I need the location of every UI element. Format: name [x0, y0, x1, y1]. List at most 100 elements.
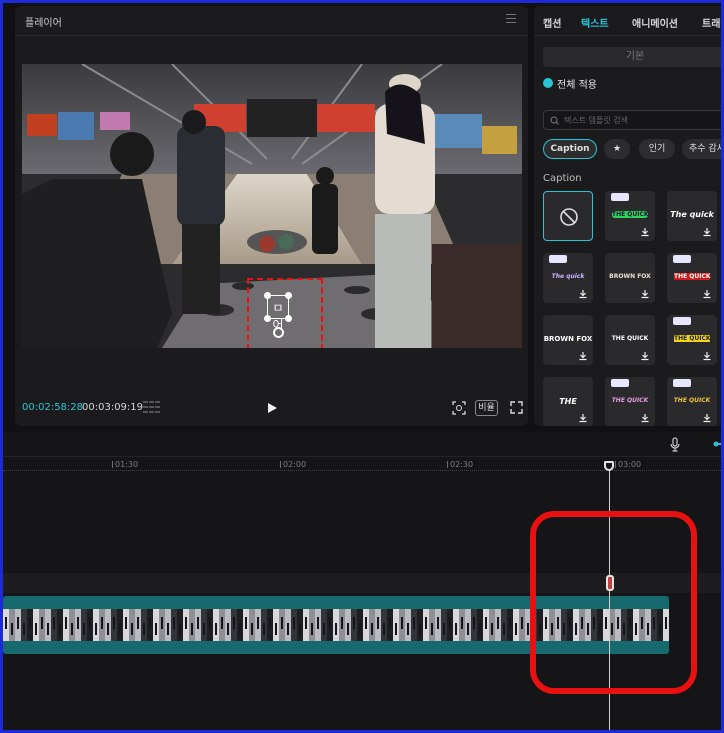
download-icon[interactable]: [702, 289, 712, 299]
resize-handle-icon[interactable]: [285, 292, 292, 299]
template-search-input[interactable]: 텍스트 템플릿 검색: [543, 110, 721, 130]
thumbnail-figure: [125, 617, 127, 629]
link-toggle-icon[interactable]: [713, 441, 724, 447]
thumbnail-figure: [377, 617, 379, 629]
template-tile[interactable]: BROWN FOX: [543, 315, 593, 365]
thumbnail-figure: [29, 617, 31, 629]
thumbnail-figure: [77, 617, 79, 629]
tab-text[interactable]: 텍스트: [581, 15, 609, 30]
download-icon[interactable]: [640, 227, 650, 237]
download-icon[interactable]: [640, 289, 650, 299]
thumbnail-figure: [17, 617, 19, 629]
ratio-button[interactable]: 비율: [475, 400, 498, 416]
thumbnail-figure: [65, 617, 67, 629]
thumbnail-figure: [431, 623, 433, 635]
download-icon[interactable]: [702, 227, 712, 237]
template-preview-text: THE QUICK: [611, 397, 649, 404]
thumbnail-figure: [467, 623, 469, 635]
thumbnail-figure: [305, 617, 307, 629]
template-tile[interactable]: THE QUICK: [605, 191, 655, 241]
thumbnail-figure: [383, 623, 385, 635]
time-ruler[interactable]: 01:30 02:00 02:30 03:00: [3, 457, 721, 471]
thumbnail-figure: [515, 623, 517, 635]
download-icon[interactable]: [578, 351, 588, 361]
thumbnail-figure: [113, 617, 115, 629]
template-tile[interactable]: THE QUICK: [667, 253, 717, 303]
thumbnail-figure: [461, 617, 463, 629]
thumbnail-figure: [401, 617, 403, 629]
pro-badge: [611, 193, 629, 201]
grid-icon[interactable]: [143, 401, 161, 413]
template-none[interactable]: [543, 191, 593, 241]
template-tile[interactable]: The quick: [667, 191, 717, 241]
thumbnail-figure: [527, 623, 529, 635]
thumbnail-figure: [59, 623, 61, 635]
pro-badge: [549, 255, 567, 263]
template-tile[interactable]: THE QUICK: [605, 377, 655, 426]
thumbnail-figure: [371, 623, 373, 635]
search-placeholder: 텍스트 템플릿 검색: [564, 116, 628, 125]
download-icon[interactable]: [640, 413, 650, 423]
download-icon[interactable]: [578, 413, 588, 423]
thumbnail-figure: [5, 617, 7, 629]
resize-handle-icon[interactable]: [264, 292, 271, 299]
video-preview[interactable]: ㅁ어: [22, 64, 522, 348]
menu-icon[interactable]: [506, 14, 516, 23]
thumbnail-figure: [485, 617, 487, 629]
chip-caption[interactable]: Caption: [543, 139, 597, 159]
thumbnail-figure: [503, 623, 505, 635]
download-icon[interactable]: [640, 351, 650, 361]
template-preview-text: THE QUICK: [674, 273, 711, 280]
player-header: 플레이어: [15, 6, 528, 36]
template-tile[interactable]: THE QUICK: [667, 315, 717, 365]
thumbnail-figure: [167, 623, 169, 635]
thumbnail-figure: [95, 623, 97, 635]
thumbnail-figure: [335, 623, 337, 635]
thumbnail-figure: [281, 617, 283, 629]
thumbnail-figure: [137, 617, 139, 629]
pro-badge: [611, 379, 629, 387]
thumbnail-figure: [149, 617, 151, 629]
resize-handle-icon[interactable]: [285, 315, 292, 322]
tab-tracking[interactable]: 트래킹: [702, 15, 721, 30]
tab-animation[interactable]: 애니메이션: [632, 15, 678, 30]
play-icon[interactable]: [266, 402, 278, 414]
thumbnail-figure: [47, 623, 49, 635]
screenshot-icon[interactable]: [452, 401, 466, 415]
thumbnail-figure: [407, 623, 409, 635]
template-tile[interactable]: THE QUICK: [667, 377, 717, 426]
fullscreen-icon[interactable]: [510, 401, 523, 414]
download-icon[interactable]: [578, 289, 588, 299]
template-preview-text: THE QUICK: [673, 397, 711, 404]
thumbnail-figure: [203, 623, 205, 635]
template-tile[interactable]: The quick: [543, 253, 593, 303]
thumbnail-figure: [395, 623, 397, 635]
download-icon[interactable]: [702, 413, 712, 423]
rotate-icon[interactable]: [273, 327, 284, 338]
check-icon[interactable]: [543, 78, 553, 88]
text-bounding-box[interactable]: ㅁ어: [264, 292, 292, 332]
template-tile[interactable]: THE QUICK: [605, 315, 655, 365]
microphone-icon[interactable]: [669, 437, 681, 452]
selected-text-box[interactable]: ㅁ어: [247, 278, 323, 348]
template-tile[interactable]: BROWN FOX: [605, 253, 655, 303]
chip-favorite[interactable]: ★: [604, 139, 630, 159]
download-icon[interactable]: [702, 351, 712, 361]
ruler-tick: 03:00: [614, 460, 642, 469]
ruler-tick: 01:30: [111, 460, 139, 469]
thumbnail-figure: [239, 623, 241, 635]
thumbnail-figure: [323, 623, 325, 635]
template-preview-text: THE QUICK: [674, 335, 711, 342]
playhead-handle[interactable]: [604, 461, 614, 471]
thumbnail-figure: [413, 617, 415, 629]
thumbnail-figure: [161, 617, 163, 629]
thumbnail-figure: [41, 617, 43, 629]
pro-badge: [673, 317, 691, 325]
preset-dropdown[interactable]: 기본: [543, 47, 721, 67]
chip-popular[interactable]: 인기: [639, 139, 675, 159]
chip-thanksgiving[interactable]: 추수 감사: [682, 139, 721, 159]
thumbnail-figure: [443, 623, 445, 635]
template-tile[interactable]: THE: [543, 377, 593, 426]
resize-handle-icon[interactable]: [264, 315, 271, 322]
tab-caption[interactable]: 캡션: [543, 15, 561, 30]
